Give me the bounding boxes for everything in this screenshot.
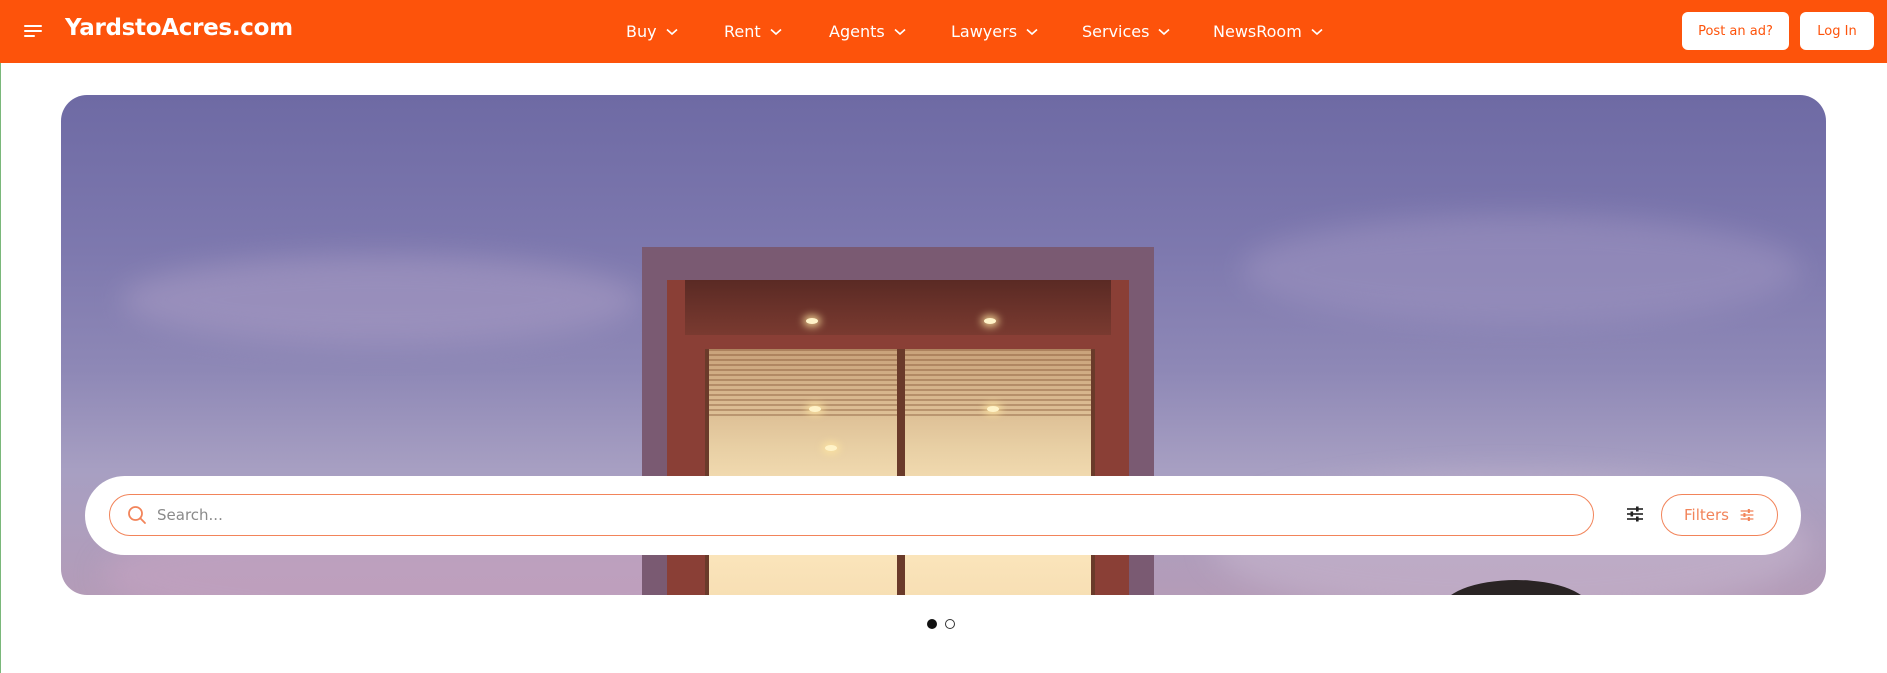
nav-services[interactable]: Services	[1082, 0, 1171, 63]
chevron-down-icon	[1311, 28, 1323, 35]
ceiling-light	[806, 318, 818, 324]
nav-agents[interactable]: Agents	[829, 0, 906, 63]
search-icon	[128, 506, 146, 524]
ceiling-light	[809, 406, 821, 412]
filters-button-label: Filters	[1684, 506, 1729, 524]
page-edge-line	[0, 63, 1, 673]
cloud-shape	[1241, 215, 1801, 325]
house-ceiling	[685, 280, 1111, 335]
carousel-dot-active[interactable]	[927, 619, 937, 629]
nav-rent[interactable]: Rent	[724, 0, 782, 63]
ceiling-light	[825, 445, 837, 451]
search-box[interactable]	[109, 494, 1594, 536]
chevron-down-icon	[666, 28, 678, 35]
window-mullion	[897, 349, 905, 595]
search-panel: Filters	[85, 476, 1801, 555]
nav-rent-label: Rent	[724, 22, 761, 41]
nav-lawyers[interactable]: Lawyers	[951, 0, 1038, 63]
nav-services-label: Services	[1082, 22, 1150, 41]
sliders-icon[interactable]	[1625, 504, 1645, 524]
nav-agents-label: Agents	[829, 22, 885, 41]
search-input[interactable]	[155, 497, 1579, 533]
ceiling-light	[987, 406, 999, 412]
post-ad-button[interactable]: Post an ad?	[1682, 12, 1789, 50]
nav-newsroom-label: NewsRoom	[1213, 22, 1302, 41]
site-logo[interactable]: YardstoAcres.com	[65, 15, 293, 41]
nav-newsroom[interactable]: NewsRoom	[1213, 0, 1323, 63]
ceiling-light	[984, 318, 996, 324]
cloud-shape	[121, 255, 641, 345]
window-mullion	[1091, 349, 1095, 595]
chevron-down-icon	[1026, 28, 1038, 35]
chevron-down-icon	[770, 28, 782, 35]
nav-buy[interactable]: Buy	[626, 0, 678, 63]
chevron-down-icon	[1158, 28, 1171, 35]
carousel-dot[interactable]	[945, 619, 955, 629]
login-button[interactable]: Log In	[1800, 12, 1874, 50]
sliders-icon	[1740, 509, 1754, 521]
chevron-down-icon	[894, 28, 906, 35]
top-navbar: YardstoAcres.com Buy Rent Agents Lawyers…	[0, 0, 1887, 63]
window-mullion	[705, 349, 709, 595]
menu-button[interactable]	[23, 21, 43, 41]
nav-buy-label: Buy	[626, 22, 657, 41]
nav-lawyers-label: Lawyers	[951, 22, 1018, 41]
menu-icon	[24, 25, 42, 37]
filters-button[interactable]: Filters	[1661, 494, 1778, 536]
